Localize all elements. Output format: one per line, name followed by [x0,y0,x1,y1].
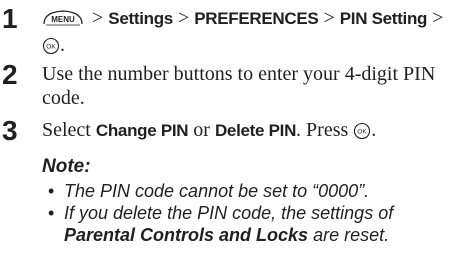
step-end: . [60,34,65,56]
step-text: Select Change PIN or Delete PIN. Press O… [42,118,457,146]
bullet: • [48,181,55,201]
svg-text:OK: OK [46,44,56,51]
option-delete-pin: Delete PIN [214,121,297,140]
menu-path-pin-setting: PIN Setting [339,9,428,28]
note-keyword-parental-controls: Parental Controls and Locks [64,225,309,245]
separator: > [427,7,444,29]
separator: > [87,7,109,29]
step-text: Use the number buttons to enter your 4-d… [42,63,436,109]
step-text-post: . Press [296,119,354,141]
note-item: • The PIN code cannot be set to “0000”. [42,180,459,202]
step-text-mid: or [188,119,215,141]
step-number: 1 [2,3,18,34]
ok-button-icon: OK [353,122,371,146]
step-text-pre: Select [42,119,96,141]
note-item: • If you delete the PIN code, the setting… [42,202,459,246]
step-text: MENU > Settings > PREFERENCES > PIN Sett… [42,6,457,61]
note-text: If you delete the PIN code, the settings… [64,203,394,223]
step-number: 2 [2,59,18,90]
note-text: are reset. [308,225,390,245]
step-number: 3 [2,115,18,146]
menu-button-icon: MENU [42,9,84,33]
note-text: The PIN code cannot be set to “0000”. [64,181,370,201]
ok-button-icon: OK [42,37,60,61]
menu-path-preferences: PREFERENCES [194,9,319,28]
svg-text:OK: OK [358,129,368,136]
note-heading: Note: [42,156,91,177]
step-end: . [371,119,377,141]
option-change-pin: Change PIN [95,121,189,140]
bullet: • [48,203,55,223]
note-list: • The PIN code cannot be set to “0000”. •… [42,180,459,246]
separator: > [172,7,195,29]
menu-path-settings: Settings [108,9,173,28]
menu-key-label: MENU [51,15,75,24]
separator: > [318,7,340,29]
